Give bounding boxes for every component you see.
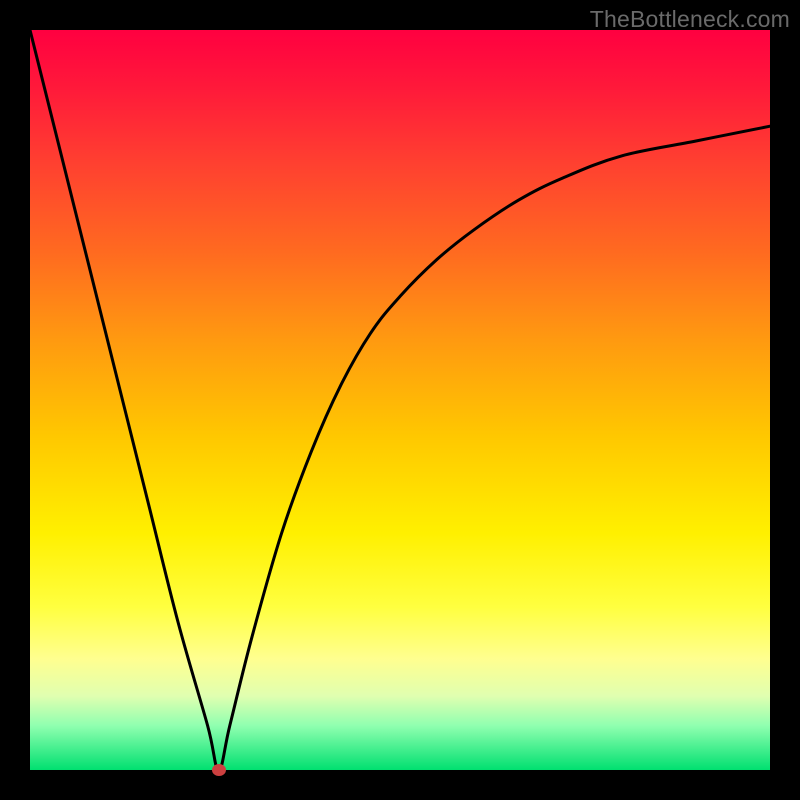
chart-container: TheBottleneck.com bbox=[0, 0, 800, 800]
minimum-marker bbox=[212, 764, 226, 776]
watermark-label: TheBottleneck.com bbox=[590, 6, 790, 33]
plot-gradient-background bbox=[30, 30, 770, 770]
bottleneck-curve bbox=[30, 30, 770, 770]
